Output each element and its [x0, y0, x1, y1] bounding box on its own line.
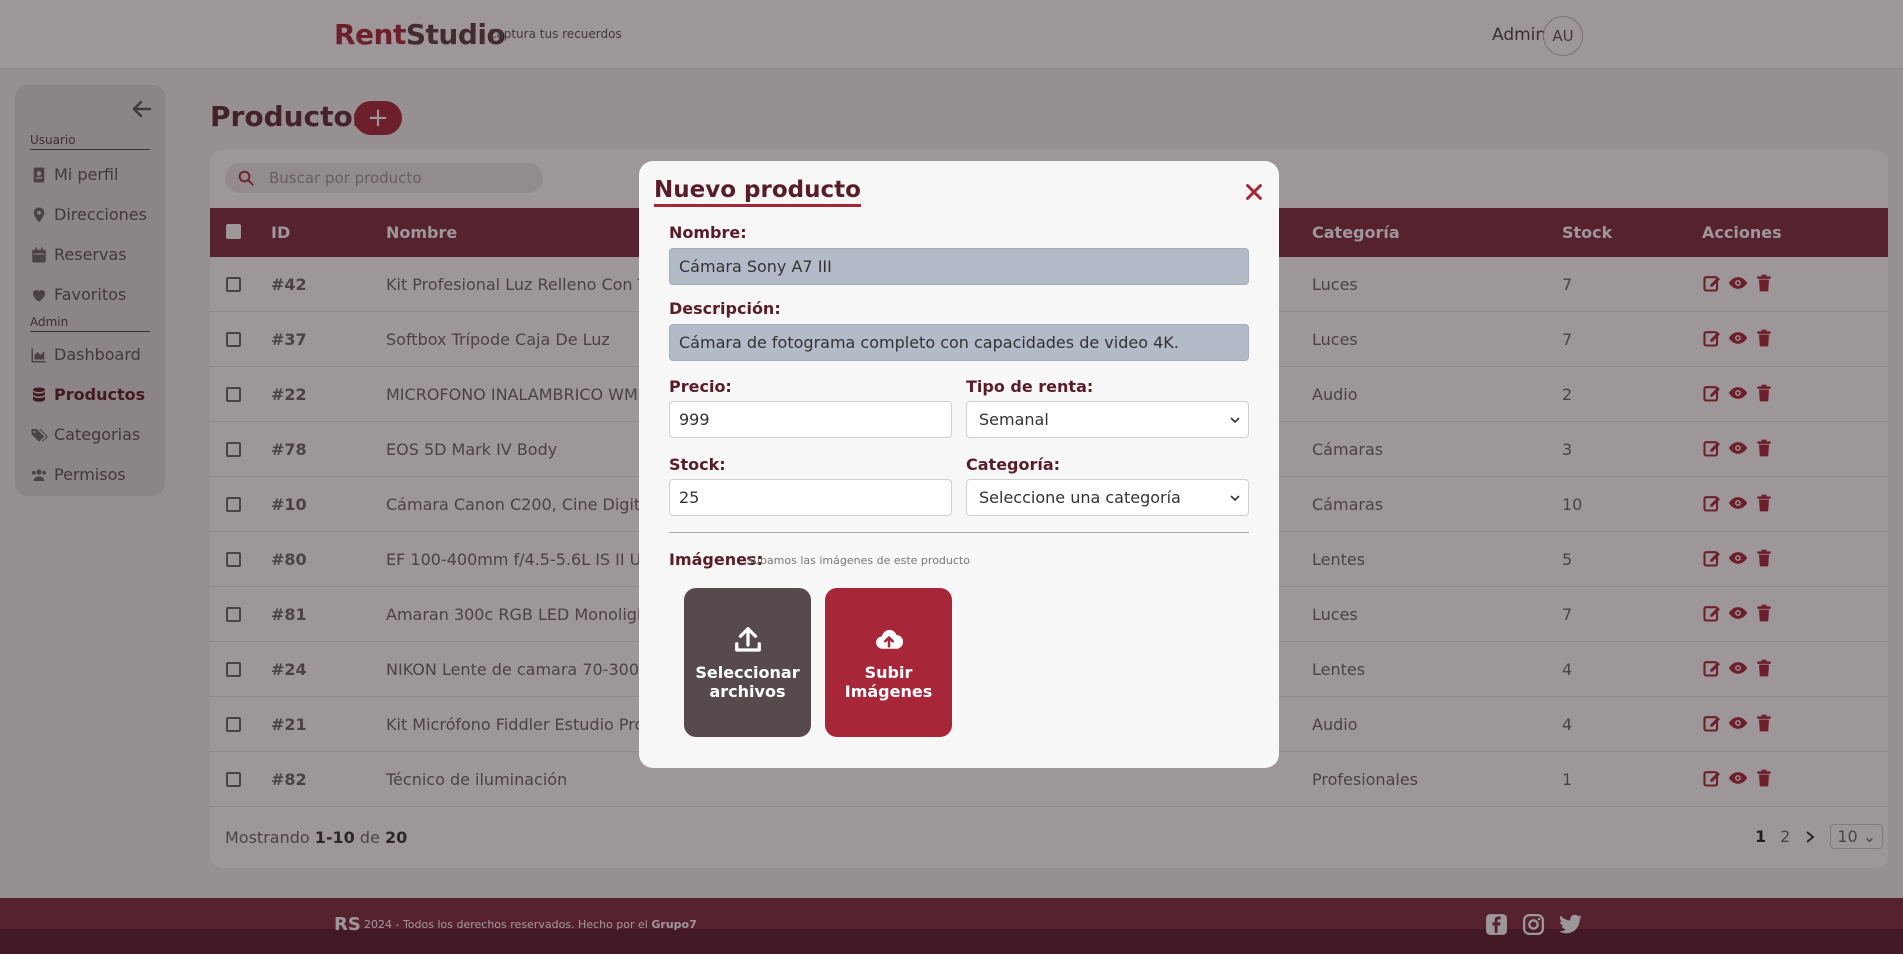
select-files-line-1: Seleccionar — [695, 662, 800, 682]
upload-line-1: Subir — [864, 662, 913, 682]
modal-divider — [669, 532, 1249, 533]
cloud-upload-icon — [875, 629, 903, 649]
select-files-button[interactable]: Seleccionar archivos — [684, 588, 811, 737]
description-field[interactable]: Cámara de fotograma completo con capacid… — [669, 324, 1249, 361]
description-label: Descripción: — [669, 299, 781, 318]
images-sublabel: Subamos las imágenes de este producto — [746, 554, 970, 567]
chevron-down-icon — [1230, 416, 1240, 423]
chevron-down-icon — [1230, 494, 1240, 501]
rent-type-value: Semanal — [979, 410, 1049, 429]
select-files-line-2: archivos — [709, 681, 786, 701]
stock-label: Stock: — [669, 455, 726, 474]
rent-type-label: Tipo de renta: — [966, 377, 1094, 396]
category-label: Categoría: — [966, 455, 1061, 474]
price-field[interactable]: 999 — [669, 401, 952, 438]
upload-images-button[interactable]: Subir Imágenes — [825, 588, 952, 737]
stock-field[interactable]: 25 — [669, 479, 952, 516]
close-icon[interactable] — [1243, 181, 1265, 203]
upload-line-2: Imágenes — [844, 681, 933, 701]
category-value: Seleccione una categoría — [979, 488, 1181, 507]
new-product-modal: Nuevo producto Nombre: Cámara Sony A7 II… — [639, 161, 1279, 768]
upload-icon — [734, 626, 761, 652]
name-label: Nombre: — [669, 223, 747, 242]
rent-type-select[interactable]: Semanal — [966, 401, 1249, 438]
price-label: Precio: — [669, 377, 732, 396]
select-files-text: Seleccionar archivos — [695, 663, 799, 701]
name-field[interactable]: Cámara Sony A7 III — [669, 248, 1249, 285]
category-select[interactable]: Seleccione una categoría — [966, 479, 1249, 516]
upload-images-text: Subir Imágenes — [845, 663, 933, 701]
modal-title: Nuevo producto — [654, 177, 861, 207]
